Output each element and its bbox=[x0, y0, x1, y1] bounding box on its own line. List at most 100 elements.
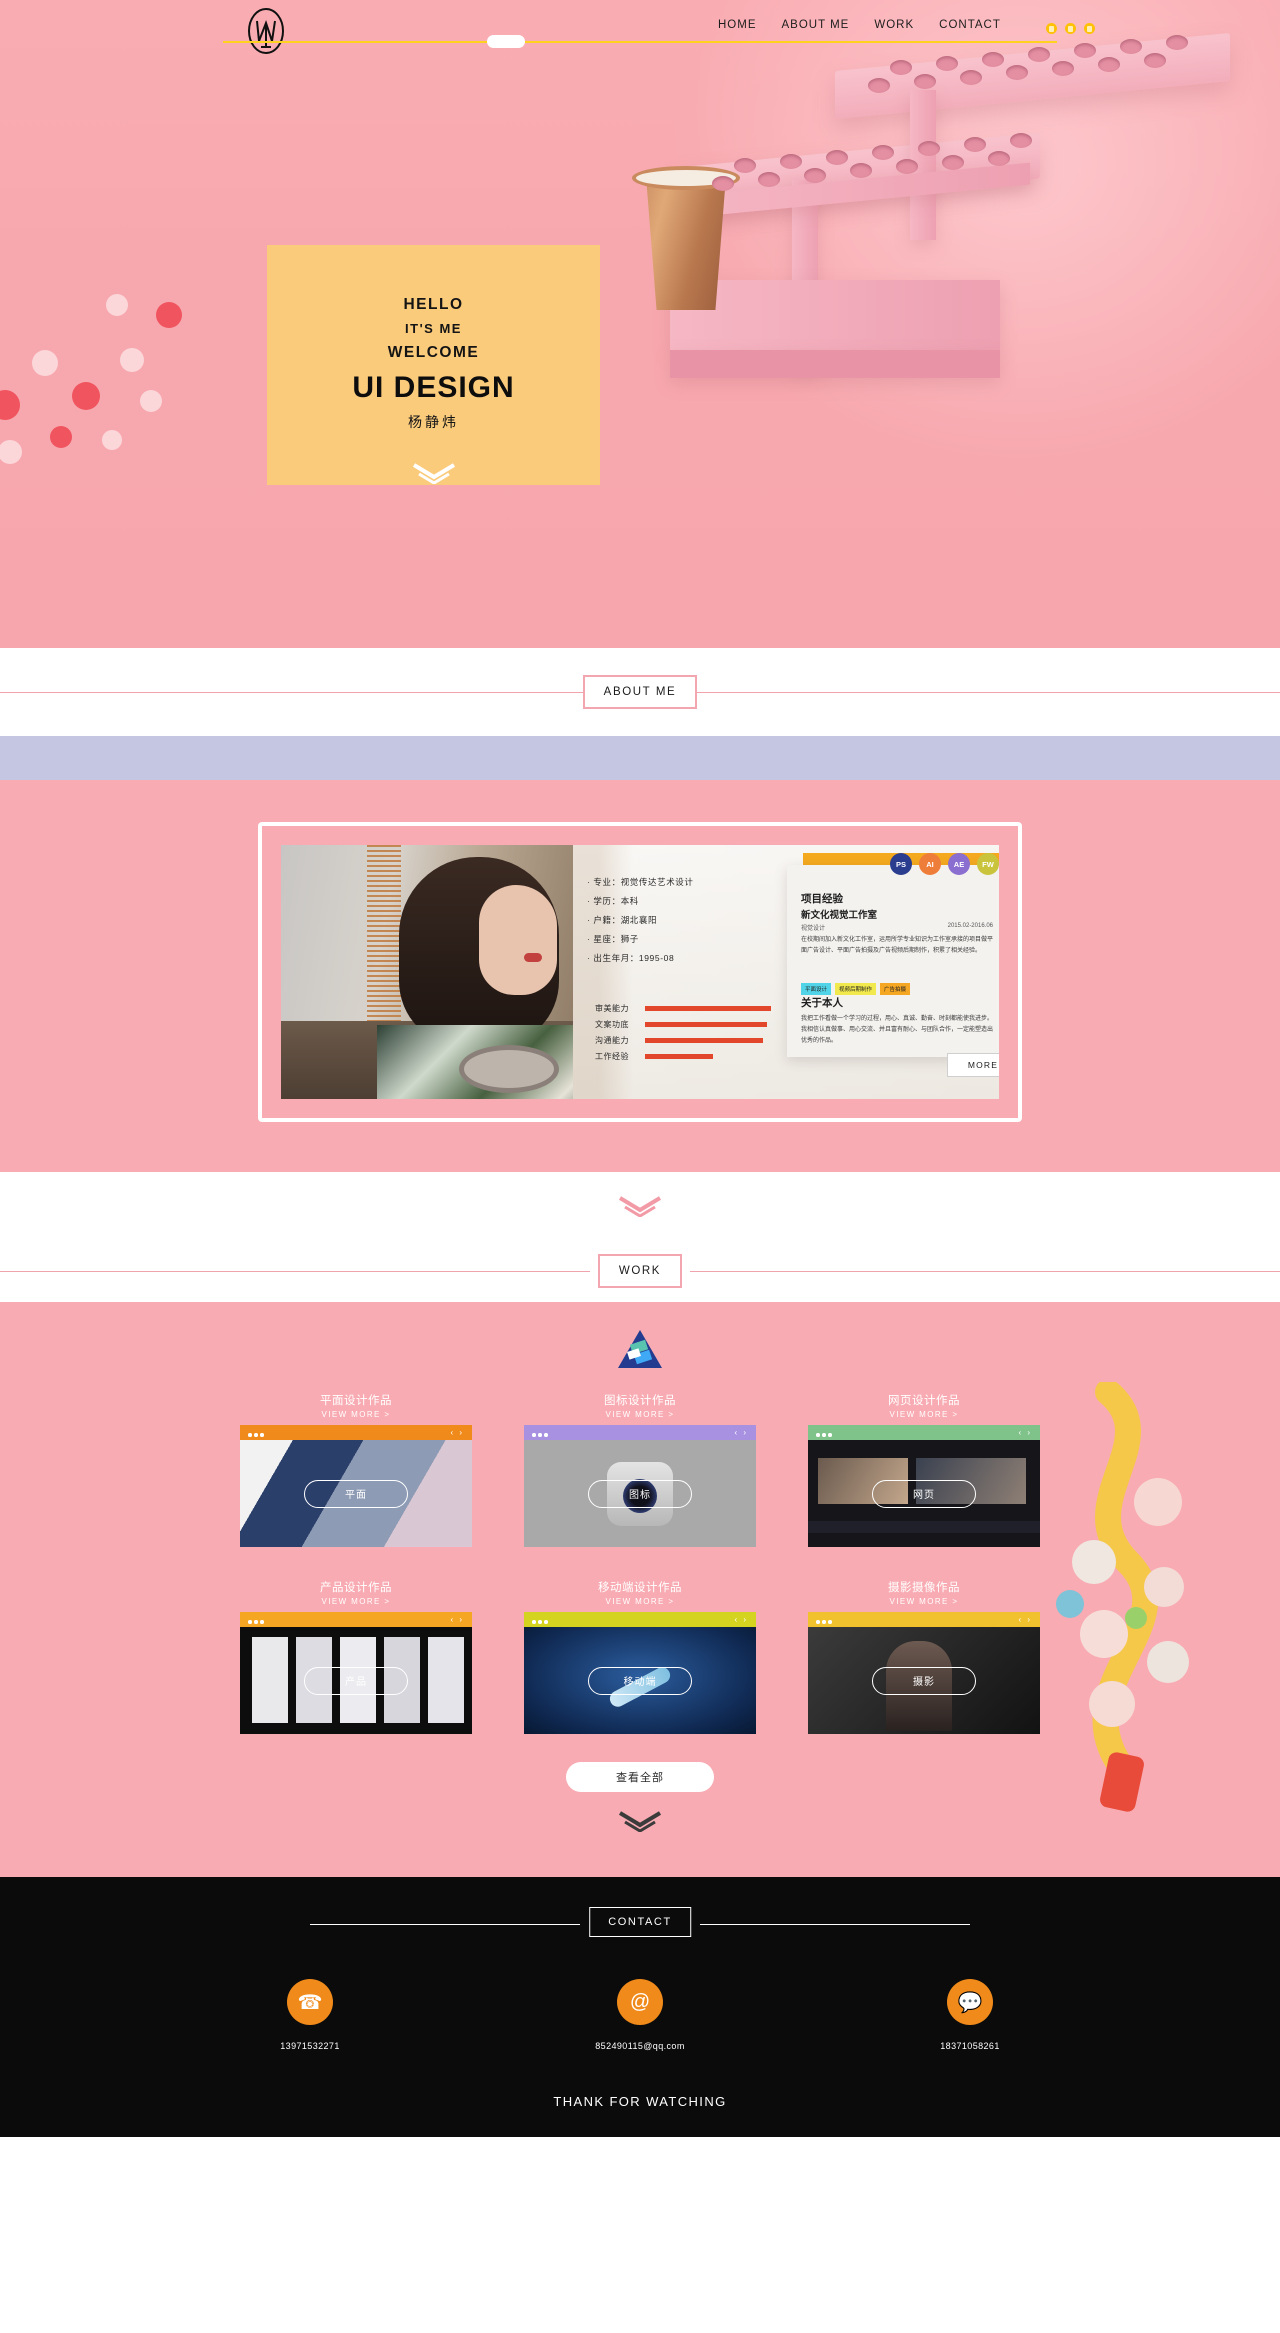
bulb bbox=[102, 430, 122, 450]
chevron-down-icon[interactable] bbox=[617, 1810, 663, 1833]
work-caption: 网页设计作品 VIEW MORE > bbox=[808, 1392, 1040, 1419]
nav-active-indicator bbox=[487, 35, 525, 48]
contact-chip[interactable]: CONTACT bbox=[589, 1907, 691, 1937]
work-item-mobile[interactable]: 移动端设计作品 VIEW MORE > ‹ › 移动端 bbox=[524, 1579, 756, 1734]
shelf-hole bbox=[826, 149, 848, 165]
social-wechat-icon[interactable] bbox=[1084, 23, 1095, 34]
lavender-band bbox=[0, 736, 1280, 780]
contact-list: ☎ 13971532271 @ 852490115@qq.com 💬 18371… bbox=[0, 1979, 1280, 2051]
browser-arrows-icon[interactable]: ‹ › bbox=[734, 1615, 748, 1624]
shelf-hole bbox=[964, 137, 986, 152]
work-item-graphic[interactable]: 平面设计作品 VIEW MORE > ‹ › 平面 bbox=[240, 1392, 472, 1547]
contact-phone-value: 13971532271 bbox=[280, 2041, 340, 2051]
bulb bbox=[120, 348, 144, 372]
about-me-chip[interactable]: ABOUT ME bbox=[582, 675, 698, 709]
work-view-more[interactable]: VIEW MORE > bbox=[240, 1597, 472, 1606]
social-qq-icon[interactable] bbox=[1065, 23, 1076, 34]
browser-bar: ‹ › bbox=[240, 1612, 472, 1627]
work-thumbnail: 移动端 bbox=[524, 1627, 756, 1734]
work-title: 网页设计作品 bbox=[888, 1395, 960, 1407]
bulb bbox=[72, 382, 100, 410]
work-thumbnail: 图标 bbox=[524, 1440, 756, 1547]
contact-wechat[interactable]: 💬 18371058261 bbox=[890, 1979, 1050, 2051]
work-triangle-logo-icon bbox=[618, 1330, 662, 1368]
hero-title: UI DESIGN bbox=[352, 371, 515, 404]
work-browser-window: ‹ › 平面 bbox=[240, 1425, 472, 1547]
work-caption: 产品设计作品 VIEW MORE > bbox=[240, 1579, 472, 1606]
nav-item-contact[interactable]: CONTACT bbox=[939, 19, 1001, 31]
work-item-photo[interactable]: 摄影摄像作品 VIEW MORE > ‹ › 摄影 bbox=[808, 1579, 1040, 1734]
skills-list: 审美能力 文案功底 沟通能力 工作经验 bbox=[595, 1003, 791, 1067]
about-me-section-tag: ABOUT ME bbox=[0, 648, 1280, 736]
shelf-hole bbox=[712, 176, 734, 191]
project-title: 项目经验 bbox=[801, 893, 843, 905]
browser-bar: ‹ › bbox=[808, 1425, 1040, 1440]
hero-name: 杨静炜 bbox=[408, 414, 459, 430]
project-tags: 平面设计 视频后期制作 广告拍摄 bbox=[801, 983, 911, 995]
contact-phone[interactable]: ☎ 13971532271 bbox=[230, 1979, 390, 2051]
contact-email[interactable]: @ 852490115@qq.com bbox=[560, 1979, 720, 2051]
bulb bbox=[106, 294, 128, 316]
view-all-button[interactable]: 查看全部 bbox=[566, 1762, 714, 1792]
browser-arrows-icon[interactable]: ‹ › bbox=[450, 1428, 464, 1437]
project-card: PS AI AE FW 项目经验 新文化视觉工作室 视觉设计 2015.02-2… bbox=[787, 853, 999, 1057]
work-pill-label: 网页 bbox=[872, 1479, 976, 1508]
about-info-panel: 专业：视觉传达艺术设计 学历：本科 户籍：湖北襄阳 星座：狮子 出生年月：199… bbox=[573, 845, 999, 1099]
bio-item-zodiac: 星座：狮子 bbox=[587, 930, 777, 949]
skill-bar bbox=[645, 1006, 771, 1011]
shelf-hole bbox=[780, 153, 802, 169]
skill-bar bbox=[645, 1022, 767, 1027]
project-date: 2015.02-2016.06 bbox=[947, 923, 993, 929]
bulb bbox=[0, 390, 20, 420]
tag-rule-right bbox=[690, 692, 1280, 693]
browser-arrows-icon[interactable]: ‹ › bbox=[734, 1428, 748, 1437]
skill-label: 工作经验 bbox=[595, 1052, 629, 1061]
bio-item-hometown: 户籍：湖北襄阳 bbox=[587, 911, 777, 930]
work-view-more[interactable]: VIEW MORE > bbox=[808, 1597, 1040, 1606]
work-title: 移动端设计作品 bbox=[598, 1582, 682, 1594]
shelf-artwork bbox=[610, 30, 1230, 550]
social-phone-icon[interactable] bbox=[1046, 23, 1057, 34]
hero-line-2: IT'S ME bbox=[405, 321, 462, 336]
work-item-icon[interactable]: 图标设计作品 VIEW MORE > ‹ › 图标 bbox=[524, 1392, 756, 1547]
work-pill-label: 图标 bbox=[588, 1479, 692, 1508]
work-item-product[interactable]: 产品设计作品 VIEW MORE > ‹ › 产品 bbox=[240, 1579, 472, 1734]
work-view-more[interactable]: VIEW MORE > bbox=[524, 1597, 756, 1606]
thank-you-text: THANK FOR WATCHING bbox=[553, 2094, 727, 2109]
shelf-hole bbox=[734, 158, 756, 173]
nav-item-home[interactable]: HOME bbox=[718, 19, 757, 31]
browser-arrows-icon[interactable]: ‹ › bbox=[1018, 1428, 1032, 1437]
bio-item-education: 学历：本科 bbox=[587, 892, 777, 911]
work-item-web[interactable]: 网页设计作品 VIEW MORE > ‹ › 网页 bbox=[808, 1392, 1040, 1547]
contact-email-value: 852490115@qq.com bbox=[595, 2041, 685, 2051]
work-browser-window: ‹ › 产品 bbox=[240, 1612, 472, 1734]
work-chip[interactable]: WORK bbox=[597, 1254, 683, 1288]
tag-rule-left bbox=[0, 692, 590, 693]
monogram-logo-icon[interactable] bbox=[245, 7, 287, 55]
project-role: 视觉设计 bbox=[801, 926, 826, 932]
work-view-more[interactable]: VIEW MORE > bbox=[524, 1410, 756, 1419]
contact-wechat-value: 18371058261 bbox=[940, 2041, 1000, 2051]
photo-face bbox=[479, 885, 557, 995]
shelf-hole bbox=[758, 171, 780, 187]
work-pill-label: 摄影 bbox=[872, 1666, 976, 1695]
nav-item-work[interactable]: WORK bbox=[874, 19, 914, 31]
work-grid: 平面设计作品 VIEW MORE > ‹ › 平面 图标设计作品 VIEW MO… bbox=[240, 1392, 1040, 1734]
work-thumbnail: 摄影 bbox=[808, 1627, 1040, 1734]
work-view-more[interactable]: VIEW MORE > bbox=[808, 1410, 1040, 1419]
browser-bar: ‹ › bbox=[524, 1612, 756, 1627]
phone-icon: ☎ bbox=[287, 1979, 333, 2025]
work-caption: 移动端设计作品 VIEW MORE > bbox=[524, 1579, 756, 1606]
top-navigation: HOME ABOUT ME WORK CONTACT bbox=[0, 0, 1280, 62]
tool-badges: PS AI AE FW bbox=[890, 853, 999, 875]
about-card: 专业：视觉传达艺术设计 学历：本科 户籍：湖北襄阳 星座：狮子 出生年月：199… bbox=[281, 845, 999, 1099]
more-button[interactable]: MORE bbox=[947, 1053, 999, 1077]
chevron-down-icon[interactable] bbox=[617, 1195, 663, 1217]
browser-arrows-icon[interactable]: ‹ › bbox=[1018, 1615, 1032, 1624]
shelf-hole bbox=[914, 73, 936, 89]
nav-item-about-me[interactable]: ABOUT ME bbox=[782, 19, 850, 31]
work-view-more[interactable]: VIEW MORE > bbox=[240, 1410, 472, 1419]
browser-arrows-icon[interactable]: ‹ › bbox=[450, 1615, 464, 1624]
lightbulbs-cluster bbox=[0, 294, 280, 590]
chevron-down-icon[interactable] bbox=[411, 462, 457, 484]
